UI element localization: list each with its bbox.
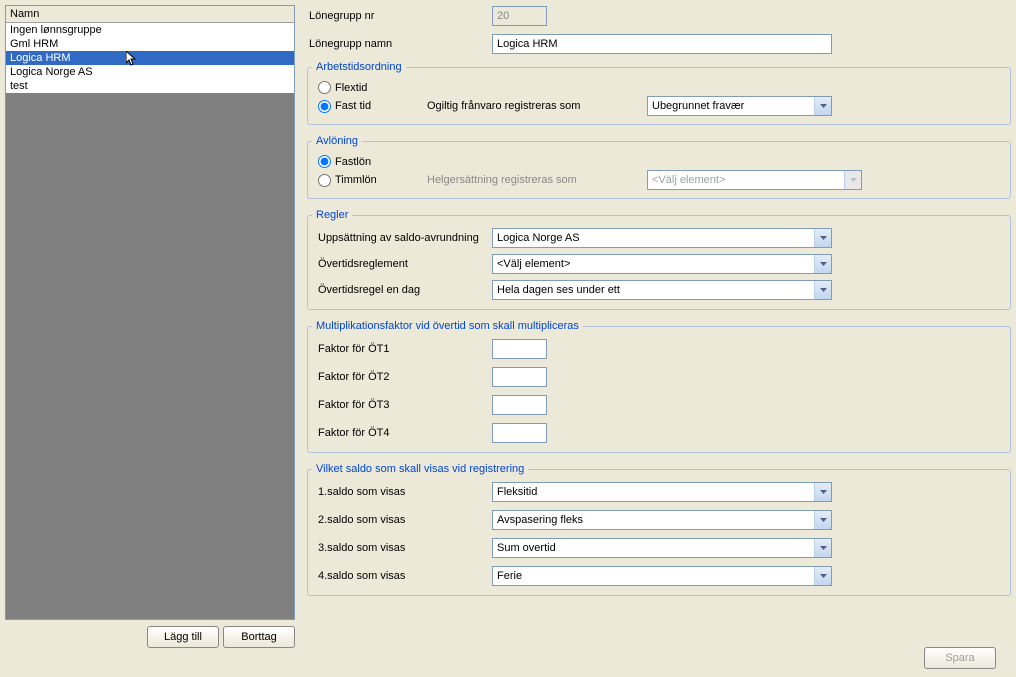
factor-ot3-label: Faktor för ÖT3 [312,399,492,411]
chevron-down-icon [814,97,831,115]
group-name-field[interactable] [492,34,832,54]
list-item[interactable]: test [6,79,294,93]
fastlon-radio[interactable] [318,155,331,168]
fastlon-label: Fastlön [335,156,371,168]
saldo3-label: 3.saldo som visas [312,542,492,554]
arbetstid-fieldset: Arbetstidsordning Flextid Fast tid Ogilt… [307,61,1011,125]
add-button[interactable]: Lägg till [147,626,219,648]
factor-ot3-field[interactable] [492,395,547,415]
saldo-legend: Vilket saldo som skall visas vid registr… [312,463,528,475]
saldo1-label: 1.saldo som visas [312,486,492,498]
regler-legend: Regler [312,209,352,221]
factor-ot2-field[interactable] [492,367,547,387]
chevron-down-icon [814,229,831,247]
regler-fieldset: Regler Uppsättning av saldo-avrundning L… [307,209,1011,310]
saldo3-select[interactable]: Sum overtid [492,538,832,558]
name-listbox[interactable]: Namn Ingen lønnsgruppe Gml HRM Logica HR… [5,5,295,620]
chevron-down-icon [814,567,831,585]
group-nr-label: Lönegrupp nr [307,10,492,22]
saldo-fieldset: Vilket saldo som skall visas vid registr… [307,463,1011,596]
chevron-down-icon [814,539,831,557]
arbetstid-legend: Arbetstidsordning [312,61,406,73]
fasttid-radio[interactable] [318,100,331,113]
flextid-radio[interactable] [318,81,331,94]
timmlon-label: Timmlön [335,174,377,186]
overtime-reg-select[interactable]: <Välj element> [492,254,832,274]
saldo1-select[interactable]: Fleksitid [492,482,832,502]
factor-ot4-field[interactable] [492,423,547,443]
multi-legend: Multiplikationsfaktor vid övertid som sk… [312,320,583,332]
holiday-comp-label: Helgersättning registreras som [427,174,647,186]
list-item[interactable]: Logica HRM [6,51,294,65]
factor-ot2-label: Faktor för ÖT2 [312,371,492,383]
multi-fieldset: Multiplikationsfaktor vid övertid som sk… [307,320,1011,453]
saldo4-label: 4.saldo som visas [312,570,492,582]
save-button[interactable]: Spara [924,647,996,669]
invalid-absence-label: Ogiltig frånvaro registreras som [427,100,647,112]
saldo2-label: 2.saldo som visas [312,514,492,526]
chevron-down-icon [814,511,831,529]
avloning-fieldset: Avlöning Fastlön Timmlön Helgersättning … [307,135,1011,199]
chevron-down-icon [814,281,831,299]
factor-ot1-label: Faktor för ÖT1 [312,343,492,355]
factor-ot1-field[interactable] [492,339,547,359]
group-name-label: Lönegrupp namn [307,38,492,50]
factor-ot4-label: Faktor för ÖT4 [312,427,492,439]
holiday-comp-select: <Välj element> [647,170,862,190]
avloning-legend: Avlöning [312,135,362,147]
group-nr-field [492,6,547,26]
list-item[interactable]: Ingen lønnsgruppe [6,23,294,37]
timmlon-radio[interactable] [318,174,331,187]
overtime-day-label: Övertidsregel en dag [312,284,492,296]
saldo2-select[interactable]: Avspasering fleks [492,510,832,530]
list-header: Namn [6,6,294,23]
list-item[interactable]: Gml HRM [6,37,294,51]
saldo-rounding-label: Uppsättning av saldo-avrundning [312,232,492,244]
overtime-reg-label: Övertidsreglement [312,258,492,270]
saldo-rounding-select[interactable]: Logica Norge AS [492,228,832,248]
chevron-down-icon [814,255,831,273]
overtime-day-select[interactable]: Hela dagen ses under ett [492,280,832,300]
saldo4-select[interactable]: Ferie [492,566,832,586]
invalid-absence-select[interactable]: Ubegrunnet fravær [647,96,832,116]
list-item[interactable]: Logica Norge AS [6,65,294,79]
chevron-down-icon [844,171,861,189]
cursor-icon [126,51,140,70]
chevron-down-icon [814,483,831,501]
fasttid-label: Fast tid [335,100,371,112]
flextid-label: Flextid [335,82,367,94]
remove-button[interactable]: Borttag [223,626,295,648]
